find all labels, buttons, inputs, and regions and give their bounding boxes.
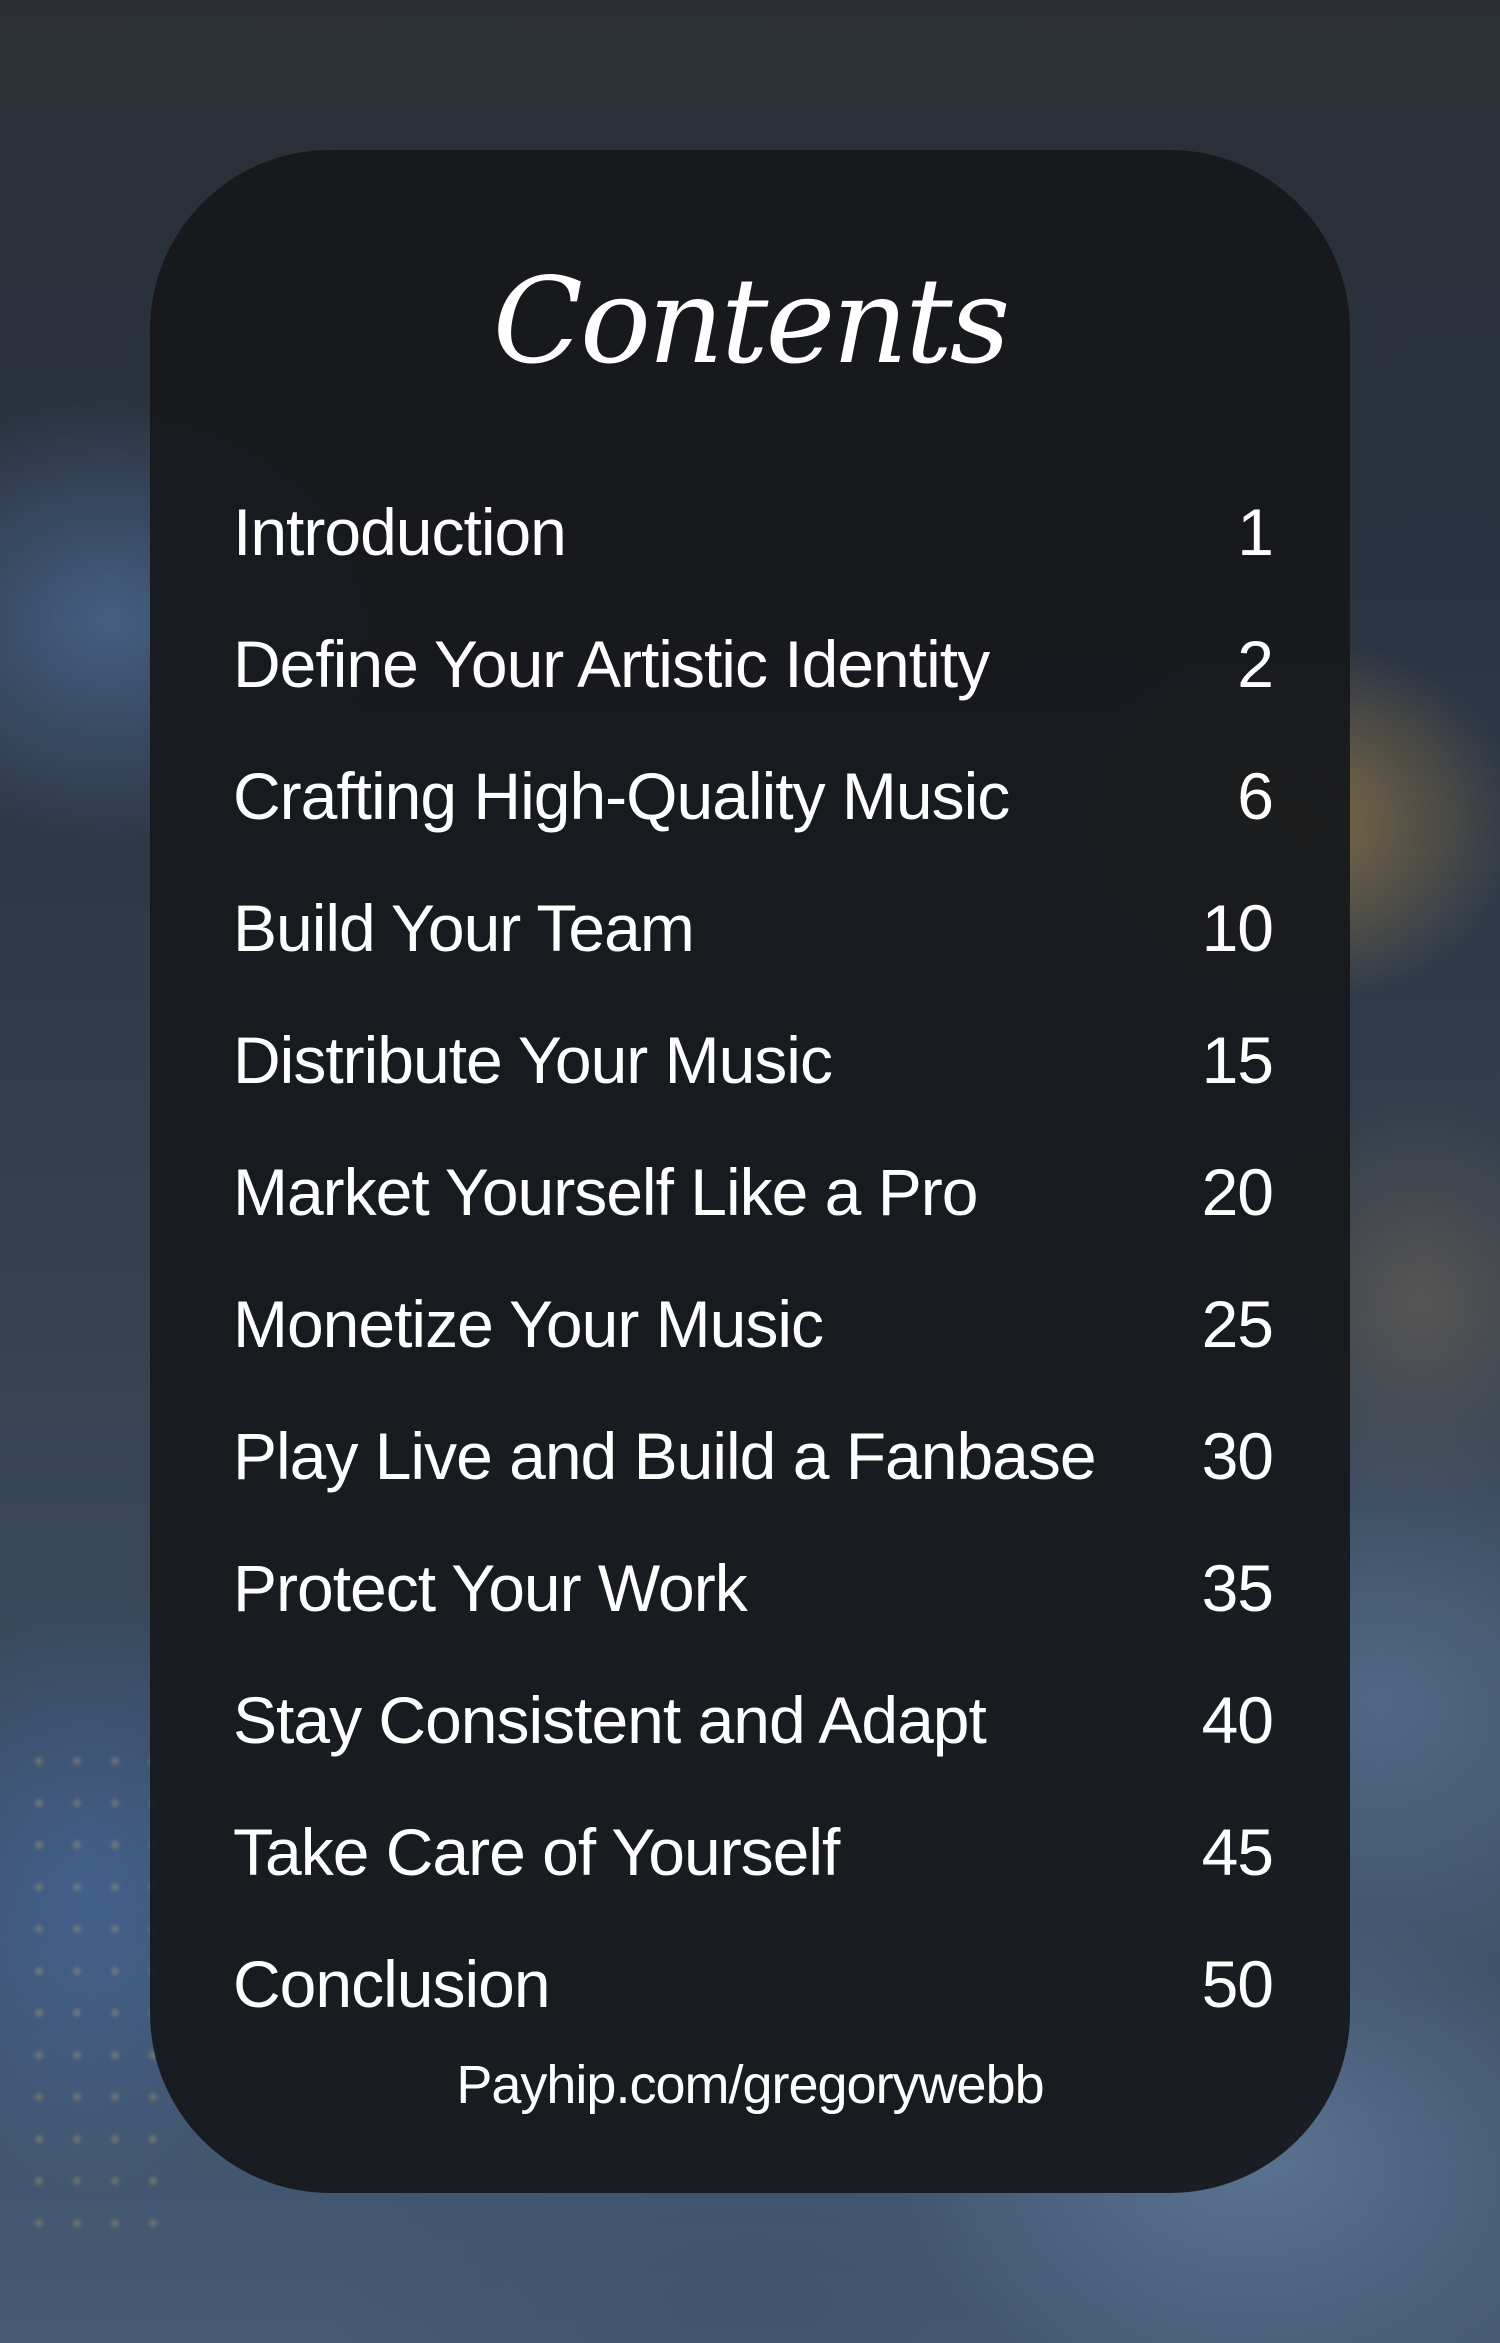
toc-entry[interactable]: Build Your Team 10 [233, 862, 1274, 994]
toc-entry-page: 45 [1201, 1815, 1274, 1889]
toc-entry[interactable]: Define Your Artistic Identity 2 [233, 598, 1274, 730]
table-of-contents: Introduction 1 Define Your Artistic Ident… [233, 466, 1274, 2050]
toc-entry-page: 15 [1201, 1023, 1274, 1097]
toc-entry-page: 2 [1237, 627, 1274, 701]
toc-entry[interactable]: Introduction 1 [233, 466, 1274, 598]
toc-entry-label: Play Live and Build a Fanbase [233, 1419, 1097, 1493]
toc-entry[interactable]: Stay Consistent and Adapt 40 [233, 1654, 1274, 1786]
toc-entry[interactable]: Conclusion 50 [233, 1918, 1274, 2050]
toc-entry-page: 10 [1201, 891, 1274, 965]
toc-entry-label: Define Your Artistic Identity [233, 627, 990, 701]
toc-entry-label: Market Yourself Like a Pro [233, 1155, 978, 1229]
toc-entry-label: Take Care of Yourself [233, 1815, 840, 1889]
toc-entry[interactable]: Take Care of Yourself 45 [233, 1786, 1274, 1918]
toc-entry-label: Build Your Team [233, 891, 695, 965]
toc-entry-page: 40 [1201, 1683, 1274, 1757]
toc-entry-page: 1 [1237, 495, 1274, 569]
toc-entry-label: Conclusion [233, 1947, 551, 2021]
toc-entry[interactable]: Market Yourself Like a Pro 20 [233, 1126, 1274, 1258]
toc-entry[interactable]: Protect Your Work 35 [233, 1522, 1274, 1654]
toc-entry-label: Protect Your Work [233, 1551, 748, 1625]
toc-entry-label: Distribute Your Music [233, 1023, 833, 1097]
toc-entry-page: 25 [1201, 1287, 1274, 1361]
toc-entry-label: Stay Consistent and Adapt [233, 1683, 987, 1757]
toc-entry-page: 50 [1201, 1947, 1274, 2021]
toc-entry[interactable]: Monetize Your Music 25 [233, 1258, 1274, 1390]
toc-entry-page: 30 [1201, 1419, 1274, 1493]
toc-entry-label: Monetize Your Music [233, 1287, 824, 1361]
toc-entry-label: Introduction [233, 495, 567, 569]
page-title: Contents [492, 252, 1011, 390]
toc-entry[interactable]: Crafting High-Quality Music 6 [233, 730, 1274, 862]
toc-entry-page: 6 [1237, 759, 1274, 833]
toc-entry-page: 35 [1201, 1551, 1274, 1625]
page-background: Contents Introduction 1 Define Your Artis… [0, 0, 1500, 2343]
toc-entry[interactable]: Play Live and Build a Fanbase 30 [233, 1390, 1274, 1522]
toc-entry-page: 20 [1201, 1155, 1274, 1229]
toc-entry[interactable]: Distribute Your Music 15 [233, 994, 1274, 1126]
footer-link[interactable]: Payhip.com/gregorywebb [150, 2052, 1350, 2118]
toc-entry-label: Crafting High-Quality Music [233, 759, 1010, 833]
